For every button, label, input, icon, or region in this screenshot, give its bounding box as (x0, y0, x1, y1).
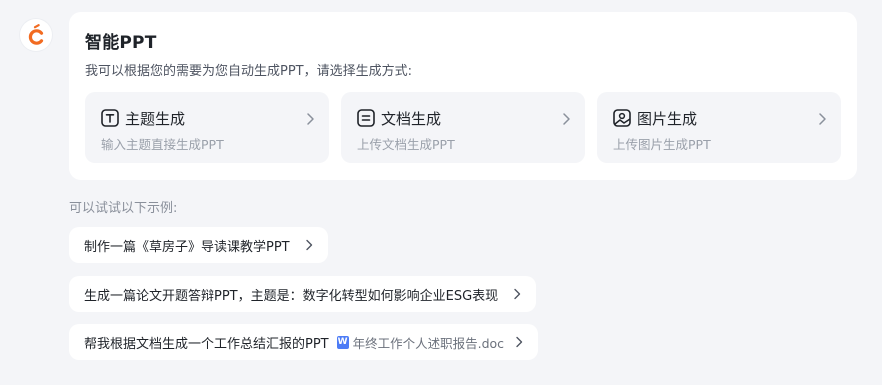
option-title: 文档生成 (381, 110, 442, 128)
examples-label: 可以试试以下示例: (69, 201, 178, 216)
chevron-right-icon (514, 288, 521, 300)
ppt-assistant-page: 智能PPT 我可以根据您的需要为您自动生成PPT，请选择生成方式: 主题生成 输… (0, 0, 882, 385)
image-icon (613, 109, 631, 127)
smart-ppt-card: 智能PPT 我可以根据您的需要为您自动生成PPT，请选择生成方式: 主题生成 输… (69, 12, 857, 180)
example-text: 制作一篇《草房子》导读课教学PPT (84, 239, 290, 255)
assistant-avatar (20, 19, 52, 51)
attached-file-chip: W 年终工作个人述职报告.doc (336, 333, 505, 352)
option-title: 主题生成 (125, 110, 186, 128)
word-doc-icon: W (336, 335, 349, 349)
example-prompt-3[interactable]: 帮我根据文档生成一个工作总结汇报的PPT W 年终工作个人述职报告.doc (69, 324, 539, 360)
option-document-generate[interactable]: 文档生成 上传文档生成PPT (341, 92, 585, 163)
example-prompt-1[interactable]: 制作一篇《草房子》导读课教学PPT (69, 227, 328, 263)
card-description: 我可以根据您的需要为您自动生成PPT，请选择生成方式: (85, 64, 412, 79)
document-icon (357, 109, 375, 127)
chevron-right-icon (819, 113, 826, 125)
card-title: 智能PPT (85, 33, 157, 53)
attached-file-name: 年终工作个人述职报告.doc (352, 335, 505, 351)
option-subtitle: 上传图片生成PPT (613, 137, 711, 152)
option-subtitle: 输入主题直接生成PPT (101, 137, 224, 152)
option-title: 图片生成 (637, 110, 698, 128)
topic-t-icon (101, 109, 119, 127)
example-text: 生成一篇论文开题答辩PPT，主题是：数字化转型如何影响企业ESG表现 (84, 288, 499, 304)
chevron-right-icon (563, 113, 570, 125)
example-prompt-2[interactable]: 生成一篇论文开题答辩PPT，主题是：数字化转型如何影响企业ESG表现 (69, 276, 537, 312)
chevron-right-icon (516, 336, 523, 348)
option-subtitle: 上传文档生成PPT (357, 137, 455, 152)
chevron-right-icon (305, 239, 312, 251)
option-topic-generate[interactable]: 主题生成 输入主题直接生成PPT (85, 92, 329, 163)
example-text: 帮我根据文档生成一个工作总结汇报的PPT (84, 336, 329, 352)
chevron-right-icon (307, 113, 314, 125)
doubao-c-logo-icon (28, 24, 44, 45)
option-image-generate[interactable]: 图片生成 上传图片生成PPT (597, 92, 841, 163)
